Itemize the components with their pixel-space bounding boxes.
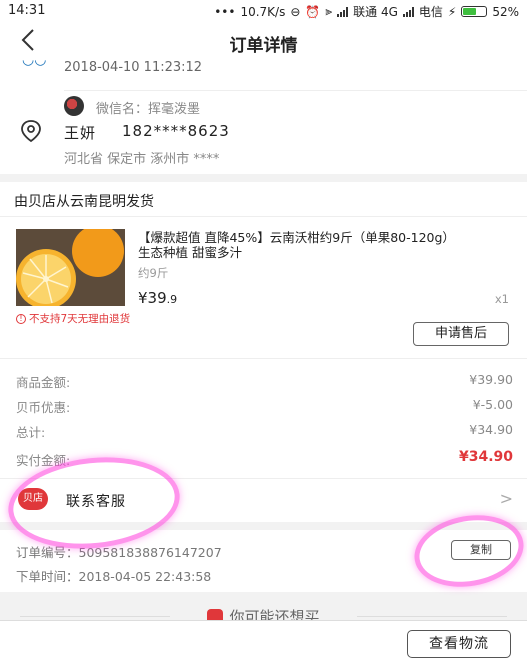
no-return-notice: ! 不支持7天无理由退货 [16, 311, 130, 326]
vibrate-icon: ⫸ [325, 4, 333, 18]
summary-label: 总计: [16, 425, 46, 440]
summary-row-subtotal: 商品金额: ¥39.90 [16, 372, 513, 391]
recipient-region: 河北省 保定市 涿州市 **** [64, 152, 220, 167]
truck-icon: ◡◡ [22, 52, 47, 68]
summary-value: ¥-5.00 [472, 397, 513, 412]
summary-value: ¥39.90 [469, 372, 513, 387]
product-spec: 约9斤 [138, 266, 169, 280]
notification-dots: ••• [214, 4, 236, 19]
divider [64, 90, 527, 91]
page-title: 订单详情 [229, 36, 298, 56]
beidian-logo: 贝店 [18, 488, 48, 510]
address-card: ◡◡ 2018-04-10 11:23:12 微信名：挥毫泼墨 王妍 182**… [0, 52, 527, 174]
copy-button[interactable]: 复制 [451, 540, 511, 560]
link-icon: ⊖ [290, 4, 301, 19]
order-info-card: 订单编号：509581838876147207 复制 下单时间：2018-04-… [0, 530, 527, 592]
divider [0, 216, 527, 217]
status-indicators: ••• 10.7K/s ⊖ ⏰ ⫸ 联通 4G 电信 ⚡ 52% [214, 3, 519, 20]
view-logistics-button[interactable]: 查看物流 [407, 630, 511, 658]
summary-row-coin-discount: 贝币优惠: ¥-5.00 [16, 397, 513, 416]
bottom-bar: 查看物流 [0, 620, 527, 663]
nav-bar: 订单详情 [0, 22, 527, 62]
product-price-decimal: .9 [166, 293, 178, 306]
product-thumbnail[interactable] [16, 229, 125, 306]
recipient-name: 王妍 [64, 124, 97, 142]
battery-icon [461, 6, 488, 17]
actual-paid-value: ¥34.90 [458, 449, 513, 465]
carrier-1: 联通 4G [353, 5, 398, 19]
battery-percent: 52% [492, 4, 519, 19]
chevron-right-icon: > [499, 489, 513, 508]
status-time: 14:31 [8, 3, 46, 18]
order-time: 下单时间：2018-04-05 22:43:58 [16, 569, 212, 584]
warning-icon: ! [16, 313, 26, 324]
carrier-2: 电信 [418, 5, 443, 19]
summary-row-actual-paid: 实付金额: ¥34.90 [16, 449, 513, 469]
status-bar: 14:31 ••• 10.7K/s ⊖ ⏰ ⫸ 联通 4G 电信 ⚡ 52% [0, 0, 527, 22]
product-price-main: ¥39 [138, 289, 167, 307]
summary-label: 贝币优惠: [16, 400, 71, 415]
product-title[interactable]: 【爆款超值 直降45%】云南沃柑约9斤（单果80-120g）生态种植 甜蜜多汁 [138, 230, 458, 260]
shop-card: 由贝店从云南昆明发货 【爆款超值 直降45%】云南沃柑约9斤（单果80-120g… [0, 182, 527, 522]
after-sale-button[interactable]: 申请售后 [413, 322, 509, 346]
summary-value: ¥34.90 [469, 422, 513, 437]
recommend-header: 你可能还想买 [0, 600, 527, 626]
divider [0, 358, 527, 359]
charging-icon: ⚡ [447, 4, 457, 19]
signal-icon [337, 6, 349, 17]
product-price: ¥39.9 [138, 289, 177, 307]
summary-row-total: 总计: ¥34.90 [16, 422, 513, 441]
product-quantity: x1 [494, 292, 509, 306]
location-pin-icon [18, 118, 44, 148]
summary-label: 商品金额: [16, 375, 71, 390]
network-speed: 10.7K/s [240, 4, 286, 19]
signal-icon-2 [402, 6, 414, 17]
recipient-phone: 182****8623 [122, 122, 230, 140]
order-number: 订单编号：509581838876147207 [16, 545, 222, 560]
no-return-text: 不支持7天无理由退货 [29, 313, 131, 325]
ship-from: 由贝店从云南昆明发货 [14, 194, 154, 210]
logistics-timestamp: 2018-04-10 11:23:12 [64, 60, 203, 75]
customer-service-label: 联系客服 [66, 494, 126, 510]
alarm-icon: ⏰ [305, 4, 321, 19]
customer-service-row[interactable]: 贝店 联系客服 > [0, 479, 527, 521]
wechat-name: 微信名：挥毫泼墨 [96, 102, 201, 117]
actual-paid-label: 实付金额: [16, 453, 71, 468]
avatar [64, 96, 84, 116]
